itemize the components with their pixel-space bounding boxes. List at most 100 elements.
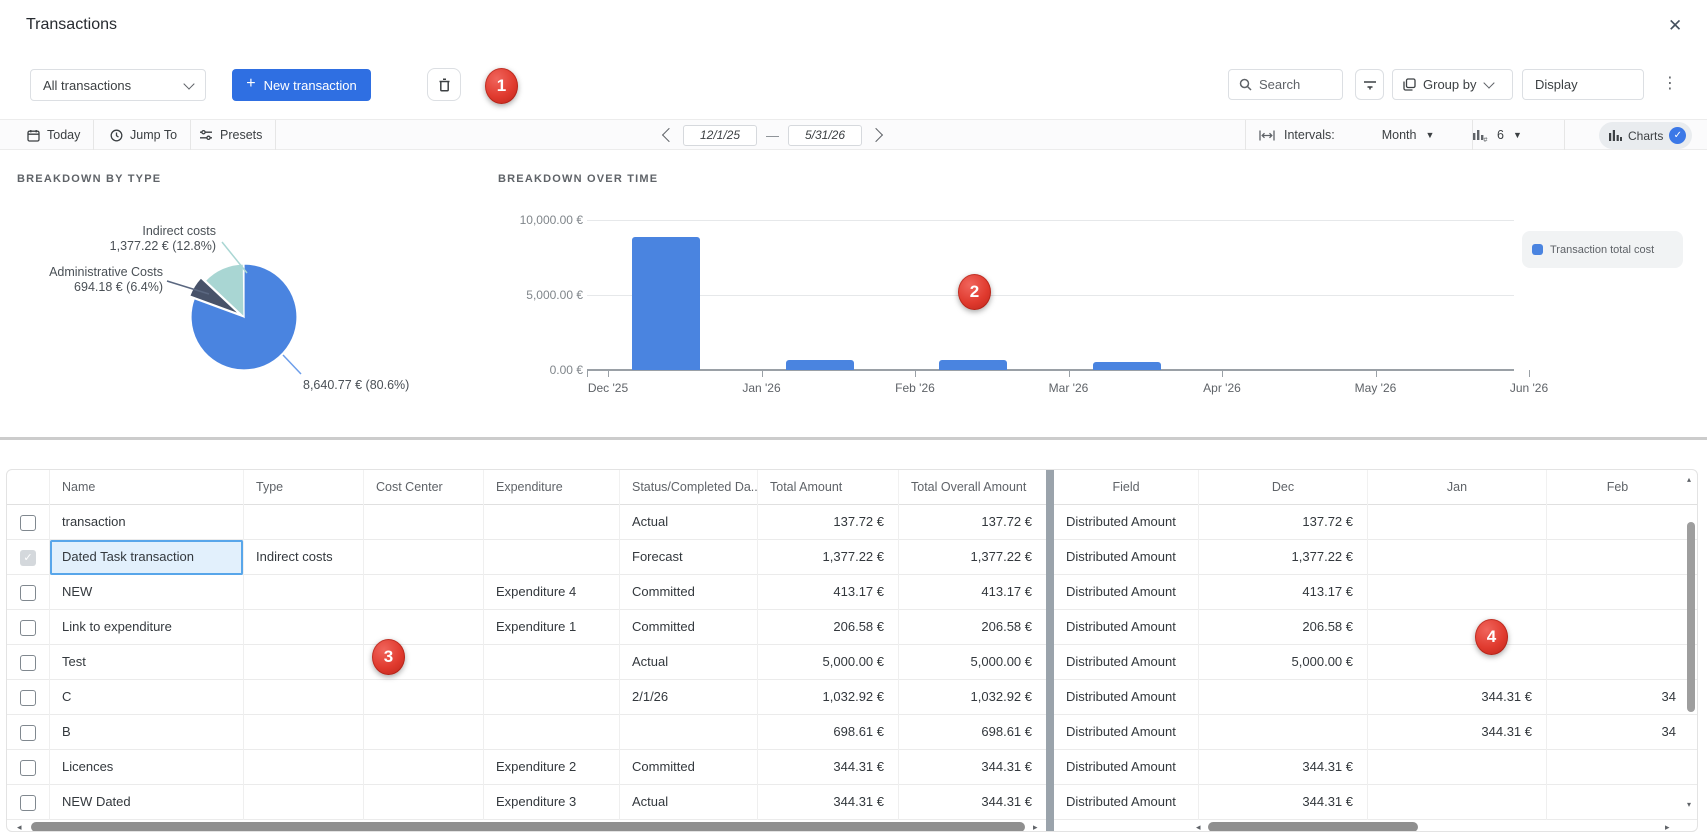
cell-total-overall-amount[interactable]: 698.61 € xyxy=(899,715,1046,750)
cell-jan[interactable] xyxy=(1368,610,1547,645)
cell-name[interactable]: transaction xyxy=(50,505,244,540)
hscroll2-thumb[interactable] xyxy=(1208,822,1418,832)
cell-dec[interactable]: 206.58 € xyxy=(1199,610,1368,645)
cell-total-overall-amount[interactable]: 206.58 € xyxy=(899,610,1046,645)
cell-cost-center[interactable] xyxy=(364,540,484,575)
column-header-field[interactable]: Field xyxy=(1054,470,1199,505)
table-row[interactable]: C2/1/261,032.92 €1,032.92 €Distributed A… xyxy=(7,680,1697,715)
hscroll2-left-arrow-icon[interactable]: ◂ xyxy=(1196,821,1201,832)
row-checkbox-checked[interactable]: ✓ xyxy=(20,550,36,566)
cell-dec[interactable]: 344.31 € xyxy=(1199,750,1368,785)
cell-expenditure[interactable] xyxy=(484,715,620,750)
start-date-input[interactable]: 12/1/25 xyxy=(683,125,757,146)
jump-to-button[interactable]: Jump To xyxy=(97,120,191,150)
cell-feb[interactable] xyxy=(1547,610,1684,645)
cell-jan[interactable] xyxy=(1368,750,1547,785)
cell-expenditure[interactable] xyxy=(484,680,620,715)
group-by-button[interactable]: Group by xyxy=(1392,69,1513,100)
cell-jan[interactable] xyxy=(1368,575,1547,610)
cell-cost-center[interactable] xyxy=(364,715,484,750)
cell-total-amount[interactable]: 413.17 € xyxy=(758,575,899,610)
table-row[interactable]: Licences Expenditure 2Committed 344.31 € 34… xyxy=(7,750,1697,785)
table-row[interactable]: ✓Dated Task transactionIndirect costsFor… xyxy=(7,540,1697,575)
cell-feb[interactable] xyxy=(1547,575,1684,610)
charts-toggle[interactable]: Charts ✓ xyxy=(1599,122,1692,149)
cell-expenditure[interactable]: Expenditure 3 xyxy=(484,785,620,820)
cell-name[interactable]: C xyxy=(50,680,244,715)
cell-status[interactable]: Actual xyxy=(620,645,758,680)
cell-total-overall-amount[interactable]: 344.31 € xyxy=(899,750,1046,785)
cell-name[interactable]: Licences xyxy=(50,750,244,785)
intervals-control[interactable]: Intervals: Month ▼ xyxy=(1245,120,1473,150)
hscroll-right-arrow-icon[interactable]: ▸ xyxy=(1033,821,1038,832)
cell-expenditure[interactable] xyxy=(484,540,620,575)
cell-status[interactable]: 2/1/26 xyxy=(620,680,758,715)
cell-total-overall-amount[interactable]: 344.31 € xyxy=(899,785,1046,820)
vscroll-down-arrow-icon[interactable]: ▾ xyxy=(1687,800,1691,809)
column-header-name[interactable]: Name xyxy=(50,470,244,505)
cell-cost-center[interactable] xyxy=(364,785,484,820)
cell-type[interactable]: Indirect costs xyxy=(244,540,364,575)
cell-type[interactable] xyxy=(244,575,364,610)
table-row[interactable]: TestActual5,000.00 €5,000.00 €Distribute… xyxy=(7,645,1697,680)
cell-total-amount[interactable]: 344.31 € xyxy=(758,785,899,820)
cell-total-overall-amount[interactable]: 137.72 € xyxy=(899,505,1046,540)
cell-total-amount[interactable]: 137.72 € xyxy=(758,505,899,540)
cell-cost-center[interactable] xyxy=(364,750,484,785)
cell-type[interactable] xyxy=(244,505,364,540)
cell-dec[interactable]: 413.17 € xyxy=(1199,575,1368,610)
new-transaction-button[interactable]: + New transaction xyxy=(232,69,371,101)
column-header-type[interactable]: Type xyxy=(244,470,364,505)
row-checkbox[interactable] xyxy=(20,690,36,706)
cell-name[interactable]: Link to expenditure xyxy=(50,610,244,645)
column-header-feb[interactable]: Feb xyxy=(1547,470,1684,505)
delete-button[interactable] xyxy=(427,68,461,101)
end-date-input[interactable]: 5/31/26 xyxy=(788,125,862,146)
table-row[interactable]: NEWExpenditure 4Committed413.17 €413.17 … xyxy=(7,575,1697,610)
cell-field[interactable]: Distributed Amount xyxy=(1054,610,1199,645)
cell-cost-center[interactable] xyxy=(364,505,484,540)
table-row[interactable]: Link to expenditureExpenditure 1Committe… xyxy=(7,610,1697,645)
cell-status[interactable] xyxy=(620,715,758,750)
cell-jan[interactable] xyxy=(1368,540,1547,575)
cell-jan[interactable] xyxy=(1368,785,1547,820)
search-input[interactable]: Search xyxy=(1228,69,1343,100)
cell-type[interactable] xyxy=(244,715,364,750)
cell-type[interactable] xyxy=(244,645,364,680)
cell-cost-center[interactable] xyxy=(364,680,484,715)
cell-field[interactable]: Distributed Amount xyxy=(1054,785,1199,820)
cell-total-overall-amount[interactable]: 5,000.00 € xyxy=(899,645,1046,680)
cell-field[interactable]: Distributed Amount xyxy=(1054,575,1199,610)
hscroll-left-thumb[interactable] xyxy=(31,822,1025,832)
cell-name[interactable]: B xyxy=(50,715,244,750)
cell-jan[interactable] xyxy=(1368,505,1547,540)
cell-expenditure[interactable] xyxy=(484,645,620,680)
cell-total-amount[interactable]: 5,000.00 € xyxy=(758,645,899,680)
cell-feb[interactable] xyxy=(1547,645,1684,680)
vscroll-up-arrow-icon[interactable]: ▴ xyxy=(1687,475,1691,484)
vscroll-thumb[interactable] xyxy=(1687,522,1695,712)
cell-jan[interactable]: 344.31 € xyxy=(1368,715,1547,750)
cell-feb[interactable] xyxy=(1547,750,1684,785)
column-header-jan[interactable]: Jan xyxy=(1368,470,1547,505)
cell-status[interactable]: Committed xyxy=(620,750,758,785)
cell-name[interactable]: NEW xyxy=(50,575,244,610)
previous-period-icon[interactable] xyxy=(662,128,676,142)
cell-status[interactable]: Forecast xyxy=(620,540,758,575)
cell-feb[interactable]: 34 xyxy=(1547,715,1684,750)
cell-type[interactable] xyxy=(244,680,364,715)
cell-type[interactable] xyxy=(244,750,364,785)
chart-count-control[interactable]: # 6 ▼ xyxy=(1460,120,1565,150)
column-header-cost-center[interactable]: Cost Center xyxy=(364,470,484,505)
cell-field[interactable]: Distributed Amount xyxy=(1054,750,1199,785)
cell-feb[interactable]: 34 xyxy=(1547,680,1684,715)
cell-status[interactable]: Actual xyxy=(620,505,758,540)
cell-dec[interactable] xyxy=(1199,715,1368,750)
cell-status[interactable]: Actual xyxy=(620,785,758,820)
column-header-status[interactable]: Status/Completed Da... xyxy=(620,470,758,505)
row-checkbox[interactable] xyxy=(20,725,36,741)
presets-button[interactable]: Presets xyxy=(186,120,276,150)
cell-expenditure[interactable]: Expenditure 4 xyxy=(484,575,620,610)
cell-feb[interactable] xyxy=(1547,505,1684,540)
cell-expenditure[interactable]: Expenditure 2 xyxy=(484,750,620,785)
